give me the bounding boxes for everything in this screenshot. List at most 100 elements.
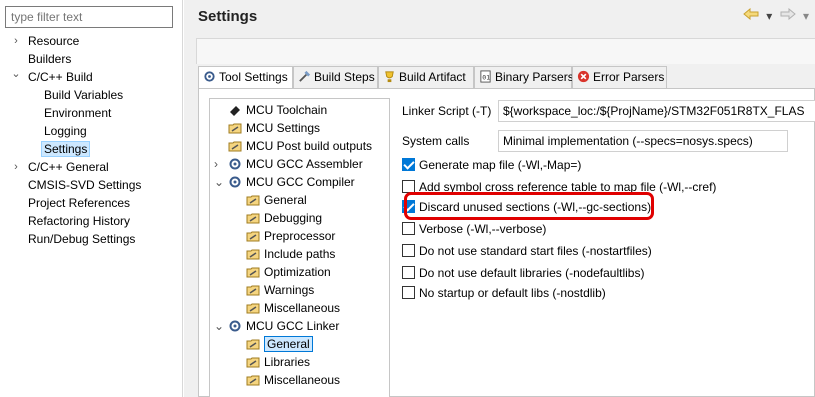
nav-item-label: Settings bbox=[41, 141, 91, 157]
checkbox[interactable] bbox=[402, 266, 415, 279]
tool-gear-icon bbox=[229, 176, 241, 188]
tree-item-linker-general[interactable]: General bbox=[246, 335, 313, 353]
option-label: Do not use standard start files (-nostar… bbox=[419, 244, 652, 258]
tree-item-compiler-debugging[interactable]: Debugging bbox=[246, 209, 322, 227]
nav-item-build-variables[interactable]: Build Variables bbox=[44, 86, 123, 104]
nav-item-label: Builders bbox=[28, 52, 72, 66]
tab-binary-parsers[interactable]: 01 Binary Parsers bbox=[474, 66, 574, 88]
nav-item-label: Refactoring History bbox=[28, 214, 131, 228]
tool-gear-icon bbox=[229, 320, 241, 332]
tree-item-label: General bbox=[264, 336, 313, 352]
configuration-band bbox=[196, 38, 815, 64]
tab-build-artifact[interactable]: Build Artifact bbox=[378, 66, 474, 88]
nav-item-cmsis-svd-settings[interactable]: CMSIS-SVD Settings bbox=[28, 176, 141, 194]
tree-item-mcu-toolchain[interactable]: MCU Toolchain bbox=[228, 101, 327, 119]
tree-item-label: MCU Settings bbox=[246, 121, 321, 135]
tool-tree[interactable]: MCU Toolchain MCU Settings MCU Post buil… bbox=[209, 98, 390, 397]
settings-folder-icon bbox=[246, 267, 260, 278]
tree-item-label: Miscellaneous bbox=[264, 373, 341, 387]
svg-text:01: 01 bbox=[482, 73, 490, 81]
nav-item-builders[interactable]: Builders bbox=[28, 50, 71, 68]
settings-tabs: Tool Settings Build Steps Build Artifact… bbox=[198, 66, 815, 89]
tree-item-mcu-gcc-linker[interactable]: ⌄ MCU GCC Linker bbox=[214, 317, 339, 335]
tree-item-label: MCU GCC Compiler bbox=[246, 175, 355, 189]
option-label: Generate map file (-Wl,-Map=) bbox=[419, 158, 582, 172]
chevron-right-icon[interactable]: › bbox=[10, 32, 22, 50]
chevron-down-icon[interactable]: ⌄ bbox=[214, 173, 228, 191]
nav-item-logging[interactable]: Logging bbox=[44, 122, 87, 140]
checkbox[interactable] bbox=[402, 222, 415, 235]
tree-item-mcu-gcc-assembler[interactable]: › MCU GCC Assembler bbox=[214, 155, 363, 173]
settings-page: Settings ▾ ▾ Tool Settings Build Steps B… bbox=[184, 0, 815, 397]
nav-item-label: Logging bbox=[44, 124, 87, 138]
option-verbose[interactable]: Verbose (-Wl,--verbose) bbox=[402, 220, 546, 238]
tree-item-compiler-optimization[interactable]: Optimization bbox=[246, 263, 331, 281]
nav-item-label: Build Variables bbox=[44, 88, 124, 102]
settings-folder-icon bbox=[228, 123, 242, 134]
back-menu-chevron-icon[interactable]: ▾ bbox=[766, 9, 772, 23]
tree-item-label: Include paths bbox=[264, 247, 336, 261]
page-title: Settings bbox=[198, 8, 258, 25]
settings-folder-icon bbox=[246, 339, 260, 350]
tree-item-mcu-post-build-outputs[interactable]: MCU Post build outputs bbox=[228, 137, 372, 155]
binary-parsers-icon: 01 bbox=[480, 70, 491, 83]
nav-item-project-references[interactable]: Project References bbox=[28, 194, 130, 212]
nav-item-label: Run/Debug Settings bbox=[28, 232, 136, 246]
chevron-down-icon[interactable]: ⌄ bbox=[214, 317, 228, 335]
forward-menu-chevron-icon[interactable]: ▾ bbox=[803, 9, 809, 23]
toolchain-icon bbox=[230, 106, 240, 116]
tree-item-mcu-gcc-compiler[interactable]: ⌄ MCU GCC Compiler bbox=[214, 173, 355, 191]
nav-item-label: CMSIS-SVD Settings bbox=[28, 178, 142, 192]
back-arrow-icon[interactable] bbox=[743, 7, 759, 23]
forward-arrow-icon[interactable] bbox=[780, 7, 796, 23]
nav-item-label: C/C++ General bbox=[28, 160, 109, 174]
checkbox[interactable] bbox=[402, 286, 415, 299]
chevron-right-icon[interactable]: › bbox=[10, 158, 22, 176]
tree-item-label: Optimization bbox=[264, 265, 331, 279]
system-calls-label: System calls bbox=[402, 134, 470, 148]
tree-item-compiler-miscellaneous[interactable]: Miscellaneous bbox=[246, 299, 340, 317]
checkbox[interactable] bbox=[402, 244, 415, 257]
tree-item-label: MCU GCC Assembler bbox=[246, 157, 363, 171]
option-nodefaultlibs[interactable]: Do not use default libraries (-nodefault… bbox=[402, 264, 644, 282]
tab-label: Build Steps bbox=[314, 70, 375, 84]
tree-item-label: MCU GCC Linker bbox=[246, 319, 340, 333]
settings-folder-icon bbox=[246, 213, 260, 224]
divider bbox=[196, 38, 815, 39]
tree-item-mcu-settings[interactable]: MCU Settings bbox=[228, 119, 320, 137]
option-nostartfiles[interactable]: Do not use standard start files (-nostar… bbox=[402, 242, 652, 260]
tool-settings-icon bbox=[204, 71, 215, 82]
nav-item-refactoring-history[interactable]: Refactoring History bbox=[28, 212, 130, 230]
checkbox[interactable] bbox=[402, 158, 415, 171]
tree-item-linker-miscellaneous[interactable]: Miscellaneous bbox=[246, 371, 340, 389]
settings-folder-icon bbox=[246, 249, 260, 260]
option-label: Verbose (-Wl,--verbose) bbox=[419, 222, 547, 236]
filter-input[interactable] bbox=[5, 6, 173, 28]
settings-folder-icon bbox=[246, 231, 260, 242]
nav-item-label: C/C++ Build bbox=[28, 70, 93, 84]
tree-item-label: Debugging bbox=[264, 211, 323, 225]
tab-error-parsers[interactable]: Error Parsers bbox=[572, 66, 667, 88]
nav-item-label: Resource bbox=[28, 34, 80, 48]
tree-item-compiler-preprocessor[interactable]: Preprocessor bbox=[246, 227, 335, 245]
nav-item-label: Project References bbox=[28, 196, 131, 210]
tab-tool-settings[interactable]: Tool Settings bbox=[198, 66, 293, 89]
settings-folder-icon bbox=[246, 285, 260, 296]
chevron-right-icon[interactable]: › bbox=[214, 155, 228, 173]
chevron-down-icon[interactable]: ⌄ bbox=[10, 65, 22, 83]
tree-item-compiler-include-paths[interactable]: Include paths bbox=[246, 245, 335, 263]
nav-item-settings[interactable]: Settings bbox=[41, 140, 91, 158]
nav-item-environment[interactable]: Environment bbox=[44, 104, 111, 122]
tab-build-steps[interactable]: Build Steps bbox=[293, 66, 378, 88]
nav-item-run-debug-settings[interactable]: Run/Debug Settings bbox=[28, 230, 135, 248]
tree-item-compiler-general[interactable]: General bbox=[246, 191, 307, 209]
tree-item-compiler-warnings[interactable]: Warnings bbox=[246, 281, 314, 299]
settings-folder-icon bbox=[228, 141, 242, 152]
tree-item-linker-libraries[interactable]: Libraries bbox=[246, 353, 310, 371]
tree-item-label: Preprocessor bbox=[264, 229, 336, 243]
settings-folder-icon bbox=[246, 303, 260, 314]
system-calls-select[interactable]: Minimal implementation (--specs=nosys.sp… bbox=[498, 130, 788, 152]
option-generate-map-file[interactable]: Generate map file (-Wl,-Map=) bbox=[402, 156, 581, 174]
linker-script-input[interactable]: ${workspace_loc:/${ProjName}/STM32F051R8… bbox=[498, 100, 815, 122]
option-nostdlib[interactable]: No startup or default libs (-nostdlib) bbox=[402, 284, 606, 302]
